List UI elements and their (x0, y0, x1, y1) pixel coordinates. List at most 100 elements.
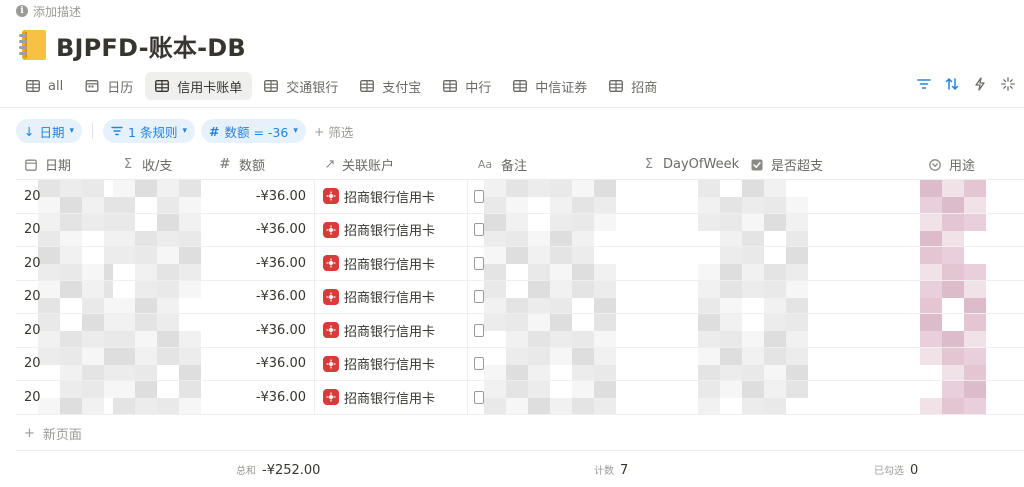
cell-dayofweek[interactable] (634, 247, 742, 280)
column-header-io[interactable]: Σ 收/支 (113, 150, 210, 179)
cell-note[interactable] (468, 381, 634, 414)
account-link[interactable]: 招商银行信用卡 (344, 187, 435, 206)
table-row[interactable]: 20 -¥36.00 招商银行信用卡 (16, 213, 1024, 247)
cell-overspend[interactable] (742, 280, 920, 313)
sort-chip[interactable]: ↓ 日期 ▾ (16, 119, 83, 143)
cell-note[interactable] (468, 347, 634, 380)
cell-account[interactable]: 招商银行信用卡 (315, 314, 468, 347)
table-row[interactable]: 20 -¥36.00 招商银行信用卡 (16, 180, 1024, 214)
column-header-dayofweek[interactable]: Σ DayOfWeek (634, 150, 742, 179)
cell-date[interactable]: 20 (16, 280, 113, 313)
tab-all[interactable]: all (16, 72, 73, 100)
filter-icon[interactable] (916, 76, 932, 92)
column-header-date[interactable]: 日期 (16, 150, 113, 179)
notebook-icon[interactable] (16, 28, 48, 62)
cell-date[interactable]: 20 (16, 347, 113, 380)
cell-overspend[interactable] (742, 247, 920, 280)
count-calculation[interactable]: 计数 7 (594, 462, 628, 480)
cell-note[interactable] (468, 314, 634, 347)
cell-use[interactable] (920, 280, 1024, 313)
cell-use[interactable] (920, 247, 1024, 280)
rule-chip[interactable]: 1 条规则 ▾ (103, 119, 195, 143)
cell-amount[interactable]: -¥36.00 (210, 180, 315, 213)
amount-filter-chip[interactable]: # 数额 = -36 ▾ (201, 119, 306, 143)
cell-io[interactable] (113, 381, 210, 414)
column-header-overspend[interactable]: 是否超支 (742, 150, 920, 179)
cell-dayofweek[interactable] (634, 314, 742, 347)
new-page-button[interactable]: + 新页面 (24, 424, 82, 443)
cell-dayofweek[interactable] (634, 180, 742, 213)
cell-amount[interactable]: -¥36.00 (210, 381, 315, 414)
tab-alipay[interactable]: 支付宝 (350, 72, 431, 100)
cell-dayofweek[interactable] (634, 280, 742, 313)
tab-boc[interactable]: 中行 (433, 72, 501, 100)
account-link[interactable]: 招商银行信用卡 (344, 220, 435, 239)
cell-overspend[interactable] (742, 180, 920, 213)
cell-use[interactable] (920, 347, 1024, 380)
cell-date[interactable]: 20 (16, 247, 113, 280)
column-header-account[interactable]: ↗ 关联账户 (315, 150, 468, 179)
add-description-button[interactable]: i 添加描述 (16, 3, 81, 19)
add-filter-button[interactable]: + 筛选 (314, 122, 354, 141)
cell-date[interactable]: 20 (16, 180, 113, 213)
tab-citic-securities[interactable]: 中信证券 (503, 72, 597, 100)
cell-note[interactable] (468, 280, 634, 313)
lightning-icon[interactable] (972, 76, 988, 92)
checked-calculation[interactable]: 已勾选 0 (874, 462, 918, 480)
column-header-amount[interactable]: # 数额 (210, 150, 315, 179)
cell-overspend[interactable] (742, 381, 920, 414)
cell-io[interactable] (113, 280, 210, 313)
column-header-use[interactable]: 用途 (920, 150, 1024, 179)
table-row[interactable]: 20 -¥36.00 招商银行信用卡 (16, 247, 1024, 281)
cell-amount[interactable]: -¥36.00 (210, 213, 315, 246)
account-link[interactable]: 招商银行信用卡 (344, 321, 435, 340)
tab-calendar[interactable]: 日历 (75, 72, 143, 100)
cell-use[interactable] (920, 180, 1024, 213)
cell-amount[interactable]: -¥36.00 (210, 247, 315, 280)
table-row[interactable]: 20 -¥36.00 招商银行信用卡 (16, 381, 1024, 415)
cell-io[interactable] (113, 180, 210, 213)
cell-io[interactable] (113, 213, 210, 246)
table-row[interactable]: 20 -¥36.00 招商银行信用卡 (16, 347, 1024, 381)
tab-bocom[interactable]: 交通银行 (254, 72, 348, 100)
cell-note[interactable] (468, 180, 634, 213)
cell-dayofweek[interactable] (634, 213, 742, 246)
cell-dayofweek[interactable] (634, 347, 742, 380)
cell-account[interactable]: 招商银行信用卡 (315, 347, 468, 380)
column-header-note[interactable]: Aa 备注 (468, 150, 634, 179)
sort-icon[interactable] (944, 76, 960, 92)
sum-calculation[interactable]: 总和 -¥252.00 (236, 462, 320, 480)
cell-amount[interactable]: -¥36.00 (210, 280, 315, 313)
cell-account[interactable]: 招商银行信用卡 (315, 247, 468, 280)
cell-amount[interactable]: -¥36.00 (210, 347, 315, 380)
cell-date[interactable]: 20 (16, 381, 113, 414)
page-title[interactable]: BJPFD-账本-DB (56, 28, 246, 63)
cell-date[interactable]: 20 (16, 314, 113, 347)
cell-dayofweek[interactable] (634, 381, 742, 414)
cell-account[interactable]: 招商银行信用卡 (315, 213, 468, 246)
cell-account[interactable]: 招商银行信用卡 (315, 381, 468, 414)
cell-account[interactable]: 招商银行信用卡 (315, 280, 468, 313)
cell-use[interactable] (920, 381, 1024, 414)
account-link[interactable]: 招商银行信用卡 (344, 388, 435, 407)
cell-account[interactable]: 招商银行信用卡 (315, 180, 468, 213)
account-link[interactable]: 招商银行信用卡 (344, 287, 435, 306)
cell-overspend[interactable] (742, 314, 920, 347)
cell-amount[interactable]: -¥36.00 (210, 314, 315, 347)
cell-note[interactable] (468, 247, 634, 280)
cell-io[interactable] (113, 247, 210, 280)
cell-io[interactable] (113, 314, 210, 347)
cell-note[interactable] (468, 213, 634, 246)
cell-overspend[interactable] (742, 347, 920, 380)
tab-credit-card-bill[interactable]: 信用卡账单 (145, 72, 253, 100)
table-row[interactable]: 20 -¥36.00 招商银行信用卡 (16, 280, 1024, 314)
account-link[interactable]: 招商银行信用卡 (344, 354, 435, 373)
table-row[interactable]: 20 -¥36.00 招商银行信用卡 (16, 314, 1024, 348)
account-link[interactable]: 招商银行信用卡 (344, 254, 435, 273)
cell-use[interactable] (920, 213, 1024, 246)
cell-overspend[interactable] (742, 213, 920, 246)
cell-date[interactable]: 20 (16, 213, 113, 246)
tab-cmb[interactable]: 招商 (599, 72, 667, 100)
cell-io[interactable] (113, 347, 210, 380)
cell-use[interactable] (920, 314, 1024, 347)
